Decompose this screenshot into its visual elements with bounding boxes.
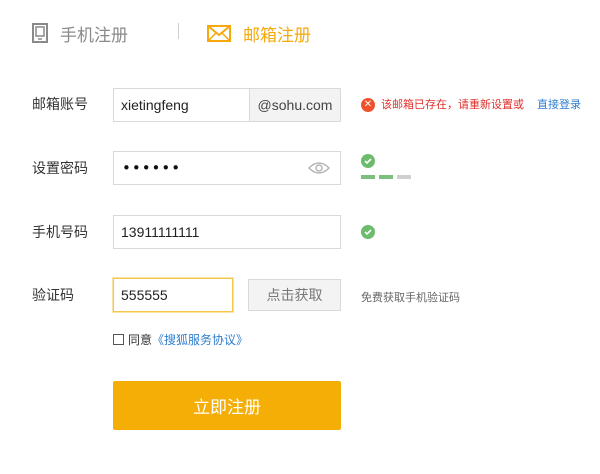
code-input-value: 555555 [121, 287, 168, 303]
phone-icon [32, 23, 48, 43]
code-label: 验证码 [32, 288, 74, 304]
tab-email-label: 邮箱注册 [243, 25, 311, 46]
code-hint: 免费获取手机验证码 [361, 291, 460, 304]
tab-phone-label: 手机注册 [60, 25, 128, 46]
email-input-value: xietingfeng [121, 97, 189, 113]
agreement-row: 同意 《搜狐服务协议》 [113, 331, 248, 348]
strength-bar-3 [397, 175, 411, 179]
email-domain-suffix: @sohu.com [249, 89, 340, 121]
phone-label: 手机号码 [32, 225, 88, 241]
password-input[interactable]: •••••• [113, 151, 341, 185]
get-code-button[interactable]: 点击获取 [248, 279, 341, 311]
phone-input[interactable]: 13911111111 [113, 215, 341, 249]
service-agreement-link[interactable]: 《搜狐服务协议》 [152, 331, 248, 348]
agree-checkbox[interactable] [113, 334, 124, 345]
verification-code-input[interactable]: 555555 [113, 278, 233, 312]
error-icon: ✕ [361, 98, 375, 112]
email-error-message: 该邮箱已存在，请重新设置或 [381, 98, 524, 111]
email-label: 邮箱账号 [32, 97, 88, 113]
eye-icon[interactable] [308, 161, 330, 175]
tab-divider [178, 23, 179, 39]
password-valid-check-icon [361, 154, 375, 168]
direct-login-link[interactable]: 直接登录 [537, 98, 581, 112]
tab-phone-register[interactable]: 手机注册 [32, 20, 128, 46]
password-input-value: •••••• [122, 159, 182, 177]
envelope-icon [207, 24, 231, 42]
agree-prefix: 同意 [128, 333, 153, 347]
register-button[interactable]: 立即注册 [113, 381, 341, 430]
phone-valid-check-icon [361, 225, 375, 239]
phone-input-value: 13911111111 [121, 224, 200, 240]
strength-bar-1 [361, 175, 375, 179]
password-label: 设置密码 [32, 161, 88, 177]
email-input[interactable]: xietingfeng @sohu.com [113, 88, 341, 122]
tab-email-register[interactable]: 邮箱注册 [207, 20, 311, 46]
strength-bar-2 [379, 175, 393, 179]
